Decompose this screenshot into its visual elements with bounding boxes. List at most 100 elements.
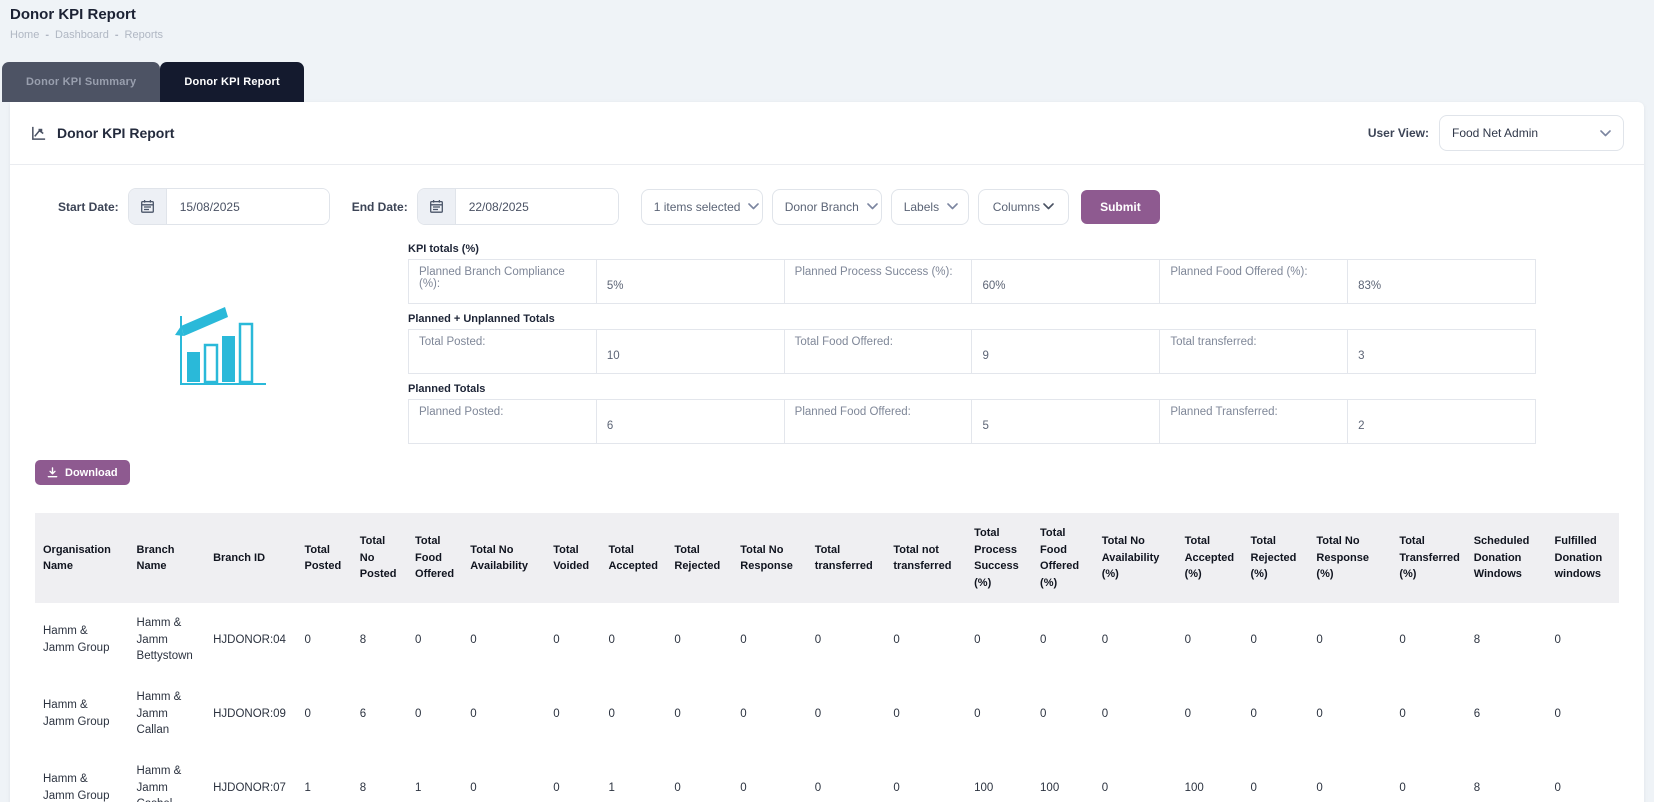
column-header: Total Accepted (%) [1177, 513, 1243, 603]
kpi-value: 6 [596, 400, 784, 444]
kpi-value: 60% [972, 260, 1160, 304]
start-date-group [128, 188, 330, 225]
chevron-down-icon [748, 203, 759, 210]
submit-button[interactable]: Submit [1081, 190, 1160, 224]
table-cell: 8 [1466, 603, 1547, 677]
table-row: Hamm & Jamm GroupHamm & Jamm CashelHJDON… [35, 751, 1619, 802]
table-cell: 0 [807, 677, 886, 751]
table-header-row: Organisation NameBranch NameBranch IDTot… [35, 513, 1619, 603]
table-cell: 100 [1177, 751, 1243, 802]
table-cell: 0 [1243, 677, 1309, 751]
table-cell: 0 [1094, 751, 1177, 802]
column-header: Total No Response [732, 513, 806, 603]
download-icon [47, 467, 58, 478]
end-date-input[interactable] [456, 189, 618, 224]
table-cell: 0 [1094, 603, 1177, 677]
table-cell: 0 [1547, 751, 1620, 802]
table-cell: 0 [1391, 603, 1465, 677]
table-cell: 0 [1547, 603, 1620, 677]
kpi-label: Planned Food Offered: [784, 400, 972, 444]
table-cell: 8 [1466, 751, 1547, 802]
table-cell: 0 [885, 677, 966, 751]
column-header: Scheduled Donation Windows [1466, 513, 1547, 603]
columns-dropdown[interactable]: Columns [978, 189, 1069, 225]
breadcrumb: Home - Dashboard - Reports [10, 29, 1642, 41]
report-card: Donor KPI Report User View: Food Net Adm… [10, 102, 1644, 802]
table-cell: 0 [666, 751, 732, 802]
kpi-label: Total Food Offered: [784, 330, 972, 374]
download-button[interactable]: Download [35, 460, 130, 485]
user-view-select[interactable]: Food Net Admin [1439, 115, 1624, 151]
table-cell: 100 [1032, 751, 1094, 802]
calendar-icon[interactable] [129, 189, 167, 224]
donor-branch-dropdown[interactable]: Donor Branch [772, 189, 882, 225]
table-cell: 0 [297, 603, 352, 677]
page-title: Donor KPI Report [10, 6, 1642, 23]
table-cell: 0 [732, 751, 806, 802]
table-cell: 0 [807, 603, 886, 677]
columns-value: Columns [993, 200, 1040, 214]
column-header: Total Food Offered [407, 513, 462, 603]
table-cell: Hamm & Jamm Group [35, 751, 129, 802]
table-cell: Hamm & Jamm Callan [129, 677, 206, 751]
table-cell: 0 [1547, 677, 1620, 751]
table-cell: 0 [545, 677, 600, 751]
column-header: Total No Availability (%) [1094, 513, 1177, 603]
table-cell: 0 [1094, 677, 1177, 751]
download-label: Download [65, 467, 118, 479]
table-cell: Hamm & Jamm Cashel [129, 751, 206, 802]
column-header: Total Posted [297, 513, 352, 603]
table-cell: 0 [807, 751, 886, 802]
tab-donor-kpi-report[interactable]: Donor KPI Report [160, 62, 303, 102]
page-head: Donor KPI Report Home - Dashboard - Repo… [0, 0, 1654, 41]
table-cell: 0 [1177, 677, 1243, 751]
items-selected-dropdown[interactable]: 1 items selected [641, 189, 763, 225]
table-cell: 1 [600, 751, 666, 802]
start-date-input[interactable] [167, 189, 329, 224]
column-header: Total No Response (%) [1308, 513, 1391, 603]
column-header: Total Process Success (%) [966, 513, 1032, 603]
column-header: Total transferred [807, 513, 886, 603]
table-cell: HJDONOR:07 [205, 751, 296, 802]
column-header: Total Accepted [600, 513, 666, 603]
column-header: Organisation Name [35, 513, 129, 603]
table-cell: 0 [407, 603, 462, 677]
labels-dropdown[interactable]: Labels [891, 189, 969, 225]
calendar-icon[interactable] [418, 189, 456, 224]
kpi-value: 5 [972, 400, 1160, 444]
user-view-label: User View: [1368, 126, 1429, 140]
planned-unplanned-table: Total Posted: 10 Total Food Offered: 9 T… [408, 329, 1536, 374]
table-cell: Hamm & Jamm Group [35, 603, 129, 677]
column-header: Total Voided [545, 513, 600, 603]
kpi-section-planned: Planned Totals Planned Posted: 6 Planned… [408, 383, 1536, 444]
kpi-label: Planned Transferred: [1160, 400, 1348, 444]
kpi-label: Total transferred: [1160, 330, 1348, 374]
table-cell: 8 [352, 751, 407, 802]
bar-chart-graphic [169, 298, 269, 390]
column-header: Total Rejected (%) [1243, 513, 1309, 603]
kpi-section-heading: KPI totals (%) [408, 243, 1536, 255]
kpi-percent-table: Planned Branch Compliance (%): 5% Planne… [408, 259, 1536, 304]
table-cell: 0 [462, 603, 545, 677]
breadcrumb-dashboard[interactable]: Dashboard [55, 29, 109, 41]
card-title: Donor KPI Report [57, 125, 174, 141]
kpi-value: 2 [1348, 400, 1536, 444]
table-cell: 0 [1391, 751, 1465, 802]
table-cell: 0 [666, 603, 732, 677]
table-cell: 0 [407, 677, 462, 751]
breadcrumb-reports[interactable]: Reports [125, 29, 164, 41]
donor-branch-value: Donor Branch [785, 200, 859, 214]
tab-donor-kpi-summary[interactable]: Donor KPI Summary [2, 62, 160, 102]
planned-totals-table: Planned Posted: 6 Planned Food Offered: … [408, 399, 1536, 444]
table-cell: 0 [1243, 603, 1309, 677]
column-header: Total Transferred (%) [1391, 513, 1465, 603]
column-header: Total Food Offered (%) [1032, 513, 1094, 603]
bar-chart-icon [30, 125, 47, 142]
breadcrumb-separator: - [45, 29, 49, 41]
breadcrumb-home[interactable]: Home [10, 29, 39, 41]
kpi-value: 3 [1348, 330, 1536, 374]
chevron-down-icon [1043, 203, 1054, 210]
kpi-value: 83% [1348, 260, 1536, 304]
tab-bar: Donor KPI Summary Donor KPI Report [2, 62, 1654, 102]
table-cell: 1 [407, 751, 462, 802]
